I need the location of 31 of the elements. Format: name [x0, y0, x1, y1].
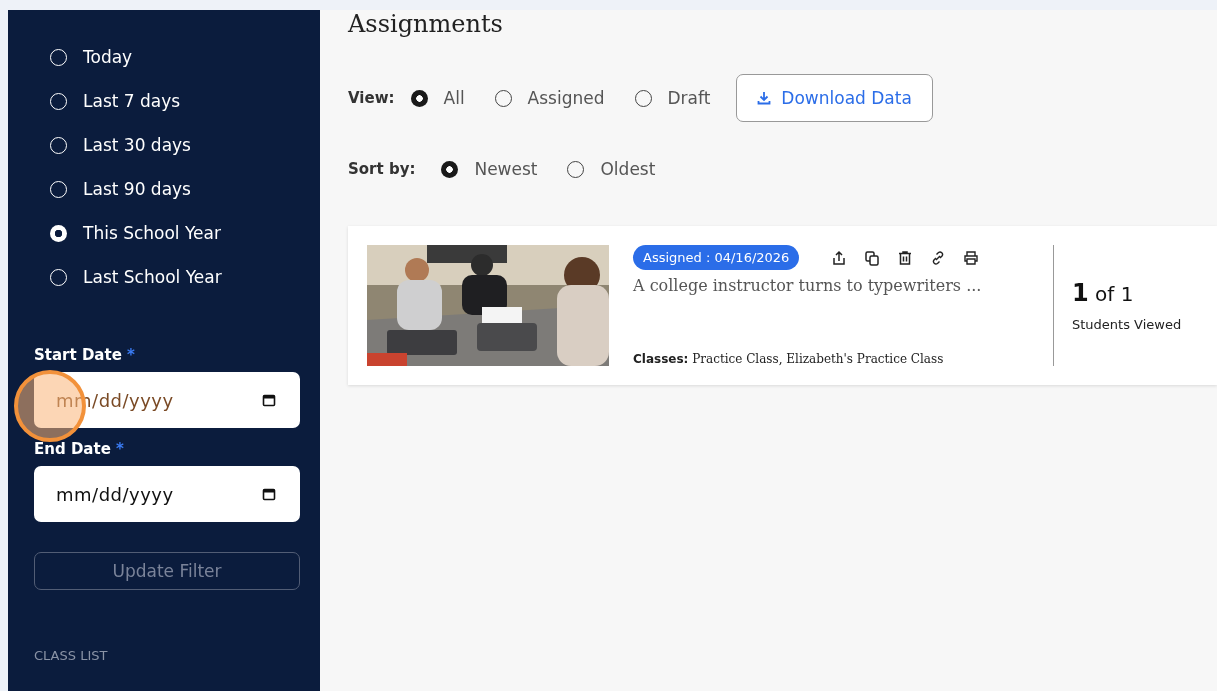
classes-text: Classes: Practice Class, Elizabeth's Practice Class	[633, 352, 945, 366]
page-title: Assignments	[348, 10, 504, 38]
date-field[interactable]: mm/dd/yyyy	[34, 466, 300, 522]
radio-option[interactable]: Last 7 days	[50, 88, 300, 114]
status-badge: Assigned : 04/16/2026	[633, 245, 800, 270]
assignment-title[interactable]: A college instructor turns to typewriters ...	[633, 276, 1053, 295]
filter-label: View:	[348, 89, 395, 107]
section-heading: CLASS LIST	[33, 648, 109, 663]
viewed-count: 1 of 1	[1072, 279, 1135, 307]
viewed-label: Students Viewed	[1072, 317, 1182, 332]
calendar-icon	[262, 393, 276, 407]
radio-option[interactable]: Last School Year	[50, 264, 300, 290]
field-label: Start Date *	[33, 346, 136, 364]
radio-option[interactable]: Draft	[634, 85, 711, 111]
share-icon[interactable]	[831, 249, 848, 266]
radio-option[interactable]: All	[410, 85, 465, 111]
radio-option[interactable]: Oldest	[567, 156, 656, 182]
calendar-icon	[262, 487, 276, 501]
radio-option[interactable]: This School Year	[50, 220, 300, 246]
printer-icon[interactable]	[963, 249, 980, 266]
radio-option[interactable]: Assigned	[494, 85, 605, 111]
download-data-button[interactable]: Download Data	[736, 74, 933, 122]
radio-option[interactable]: Newest	[441, 156, 538, 182]
radio-option[interactable]: Last 90 days	[50, 176, 300, 202]
delete-icon[interactable]	[897, 249, 914, 266]
field-label: End Date *	[33, 440, 125, 458]
radio-option[interactable]: Today	[50, 44, 300, 70]
download-icon	[757, 91, 772, 105]
filter-label: Sort by:	[348, 160, 416, 178]
copy-icon[interactable]	[864, 249, 881, 266]
radio-option[interactable]: Last 30 days	[50, 132, 300, 158]
